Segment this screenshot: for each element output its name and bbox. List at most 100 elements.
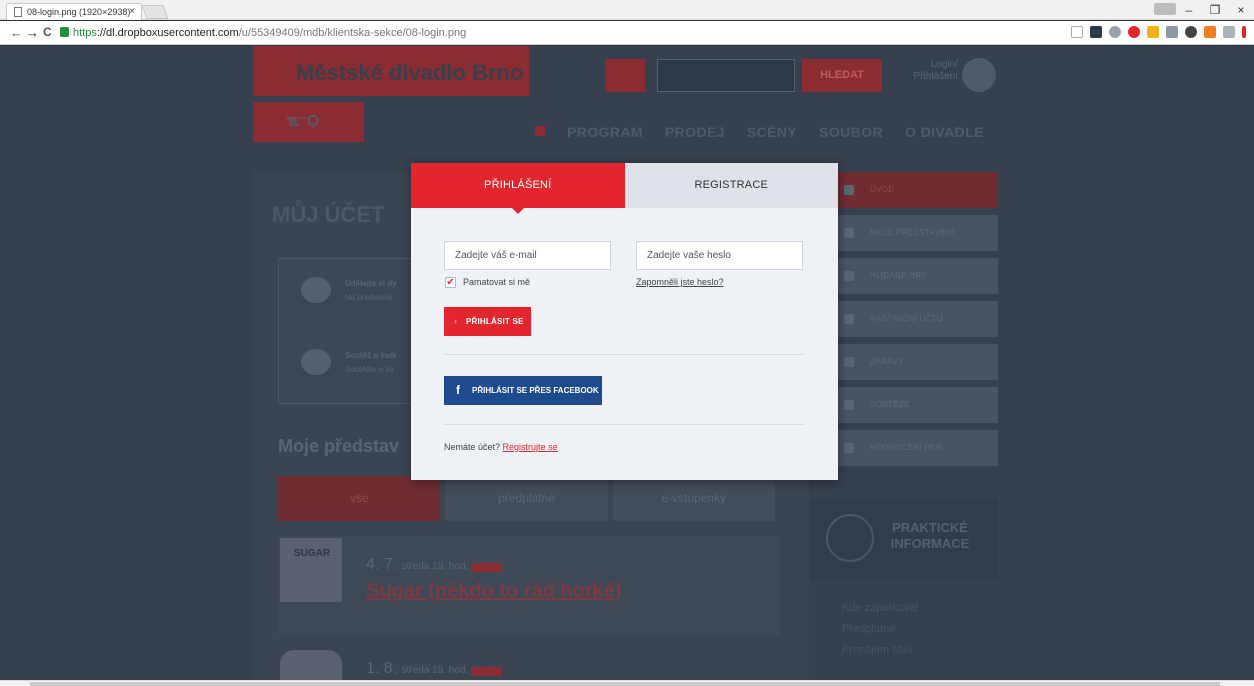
promo-card: Udělejte si dy Na představe Soutěž o lís… [278, 258, 418, 404]
star-icon[interactable] [1071, 26, 1083, 38]
forward-icon[interactable]: → [26, 25, 39, 40]
my-shows-heading: Moje představ [278, 436, 400, 456]
sidebar-item-nastaveni-uctu[interactable]: NASTAVENÍ ÚČTU [830, 301, 998, 337]
facebook-icon: f [456, 383, 460, 397]
menu-icon[interactable] [1242, 26, 1246, 38]
close-window-button[interactable]: × [1228, 3, 1254, 17]
lock-icon [60, 27, 69, 37]
image-icon[interactable] [1204, 26, 1216, 38]
reload-icon[interactable]: C [43, 25, 52, 39]
site-logo[interactable]: Městské divadlo Brno [253, 46, 529, 96]
login-button[interactable]: › PŘIHLÁSIT SE [444, 307, 531, 336]
restore-button[interactable]: ❐ [1202, 3, 1228, 17]
practical-info-title: PRAKTICKÉ INFORMACE [890, 520, 970, 551]
practical-links: Kde zaparkovat Předplatné Pronájem sálů [842, 598, 918, 661]
url-path: /u/55349409/mdb/klientska-sekce/08-login… [238, 27, 467, 39]
no-account-text: Nemáte účet? Registrujte se [444, 442, 558, 452]
search-icon[interactable] [605, 59, 645, 92]
opera-icon[interactable] [1128, 26, 1140, 38]
sidebar-item-zpravy[interactable]: ZPRÁVY [830, 344, 998, 380]
info-circle-icon [826, 514, 874, 562]
pocket-icon[interactable] [1090, 26, 1102, 38]
show-date: 4. 7. středa 19. hod. Činohra [366, 556, 502, 574]
link-rental[interactable]: Pronájem sálů [842, 640, 918, 661]
chevron-right-icon: › [454, 316, 458, 326]
address-bar: ← → C https://dl.dropboxusercontent.com/… [0, 21, 1254, 45]
login-button-label: PŘIHLÁSIT SE [466, 317, 524, 326]
tab-etickets[interactable]: e-vstupenky [612, 476, 775, 521]
link-subscription[interactable]: Předplatné [842, 619, 918, 640]
profile-button[interactable] [1154, 3, 1176, 15]
forgot-password-link[interactable]: Zapomněli jste heslo? [636, 277, 724, 287]
tab-subscription[interactable]: předplatné [445, 476, 608, 521]
tab-all[interactable]: vše [278, 476, 441, 521]
link-parking[interactable]: Kde zaparkovat [842, 598, 918, 619]
sidebar-item-hodnoceni-her[interactable]: HODNOCENÍ HER [830, 430, 998, 466]
url-scheme: https [73, 27, 97, 39]
account-sidebar: ÚVOD MOJE PŘEDSTAVENÍ HLÍDANÉ HRY NASTAV… [830, 172, 998, 473]
extension-icon[interactable] [1109, 26, 1121, 38]
ip-icon[interactable] [1166, 26, 1178, 38]
show-poster[interactable]: SUGAR [280, 538, 342, 602]
password-field[interactable] [636, 241, 803, 270]
email-field[interactable] [444, 241, 611, 270]
genre-badge: Činohra [471, 563, 502, 572]
page-title: MŮJ ÚČET [272, 202, 385, 227]
window-controls: – ❐ × [1176, 0, 1254, 20]
divider-2 [444, 424, 804, 425]
login-link[interactable]: Login/ Přihlášení [900, 59, 958, 83]
show-filter-tabs: vše předplatné e-vstupenky [278, 476, 780, 521]
show-time-2: středa 19. hod. [401, 665, 469, 676]
main-nav: PROGRAM PRODEJ SCÉNY SOUBOR O DIVADLE [535, 124, 984, 140]
tab-close-icon[interactable]: × [129, 6, 135, 17]
show-time: středa 19. hod. [401, 561, 469, 572]
extensions-bar [1071, 26, 1246, 38]
tab-title: 08-login.png (1920×2938) [27, 7, 131, 17]
sidebar-item-hlidane-hry[interactable]: HLÍDANÉ HRY [830, 258, 998, 294]
gear-icon[interactable] [1185, 26, 1197, 38]
show-title-link[interactable]: Sugar (někdo to rád horké) [366, 580, 622, 603]
tab-login[interactable]: PŘIHLÁŠENÍ [411, 163, 625, 214]
url-field[interactable]: https://dl.dropboxusercontent.com/u/5534… [73, 27, 466, 39]
grid-icon[interactable] [1223, 26, 1235, 38]
remember-label[interactable]: Pamatovat si mě [463, 277, 530, 287]
facebook-login-button[interactable]: f PŘIHLÁSIT SE PŘES FACEBOOK [444, 376, 602, 405]
nav-o-divadle[interactable]: O DIVADLE [905, 124, 984, 140]
nav-soubor[interactable]: SOUBOR [819, 124, 883, 140]
tab-register[interactable]: REGISTRACE [624, 163, 838, 208]
modal-tabs: PŘIHLÁŠENÍ REGISTRACE [411, 163, 838, 214]
remember-checkbox[interactable]: ✔ [445, 277, 456, 288]
browser-tabbar: 08-login.png (1920×2938) × – ❐ × [0, 0, 1254, 20]
search-button[interactable]: HLEDAT [802, 59, 882, 92]
avatar[interactable] [962, 58, 996, 92]
scrollbar-thumb[interactable] [30, 682, 1220, 686]
nav-sceny[interactable]: SCÉNY [747, 124, 797, 140]
new-tab-button[interactable] [141, 5, 169, 19]
sidebar-item-uvod[interactable]: ÚVOD [830, 172, 998, 208]
site-logo-mark[interactable]: ℼ⁻Ọ [253, 102, 364, 142]
poster-text: SUGAR [294, 548, 331, 559]
minimize-button[interactable]: – [1176, 3, 1202, 17]
sidebar-item-souteze[interactable]: SOUTĚŽE [830, 387, 998, 423]
genre-badge-2: Činohra [471, 667, 502, 676]
divider [444, 354, 804, 355]
browser-tab[interactable]: 08-login.png (1920×2938) × [6, 3, 142, 20]
document-icon [14, 7, 22, 17]
search-input[interactable] [657, 59, 795, 92]
login-modal: PŘIHLÁŠENÍ REGISTRACE ✔ Pamatovat si mě … [411, 163, 838, 480]
back-icon[interactable]: ← [10, 25, 23, 40]
nav-prodej[interactable]: PRODEJ [665, 124, 725, 140]
nav-program[interactable]: PROGRAM [567, 124, 643, 140]
helmet-icon [301, 349, 331, 375]
stats-icon[interactable] [1147, 26, 1159, 38]
facebook-button-label: PŘIHLÁSIT SE PŘES FACEBOOK [472, 386, 599, 395]
show-day-2: 1. 8. [366, 660, 398, 677]
sidebar-item-moje-predstaveni[interactable]: MOJE PŘEDSTAVENÍ [830, 215, 998, 251]
home-icon[interactable] [535, 126, 545, 136]
practical-info-box[interactable]: PRAKTICKÉ INFORMACE [810, 498, 998, 578]
register-link[interactable]: Registrujte se [503, 442, 558, 452]
show-date-2: 1. 8. středa 19. hod. Činohra [366, 660, 502, 678]
horizontal-scrollbar[interactable] [0, 680, 1254, 686]
show-poster-2[interactable] [280, 650, 342, 680]
no-account-label: Nemáte účet? [444, 442, 501, 452]
